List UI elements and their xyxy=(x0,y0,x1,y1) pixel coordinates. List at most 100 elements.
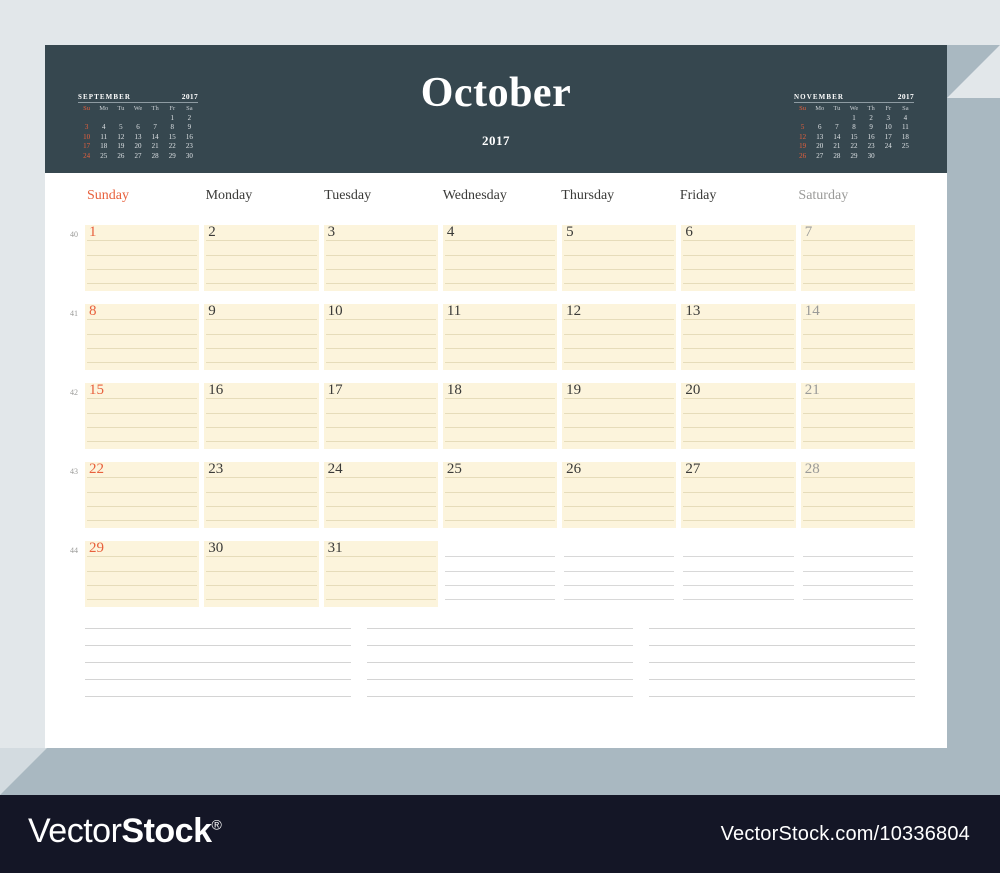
writing-line xyxy=(206,413,317,414)
day-cell-5[interactable]: 5 xyxy=(562,225,677,291)
mini-next-header: NOVEMBER 2017 xyxy=(794,92,914,103)
writing-line xyxy=(325,398,436,399)
mini-day-7: 7 xyxy=(153,123,157,131)
day-cell-28[interactable]: 28 xyxy=(800,462,915,528)
writing-line xyxy=(87,506,198,507)
day-cell-7[interactable]: 7 xyxy=(800,225,915,291)
writing-line xyxy=(802,571,913,572)
shadow-bottom xyxy=(0,748,947,795)
day-cell-10[interactable]: 10 xyxy=(323,304,438,370)
day-cell-1[interactable]: 1 xyxy=(85,225,200,291)
writing-line xyxy=(444,319,556,320)
mini-dow-su: Su xyxy=(799,105,806,112)
day-number: 23 xyxy=(208,462,224,477)
day-cell-19[interactable]: 19 xyxy=(562,383,677,449)
mini-day-27: 27 xyxy=(134,151,142,160)
weekday-header-tuesday: Tuesday xyxy=(324,188,372,203)
writing-line xyxy=(683,427,794,428)
writing-line xyxy=(802,556,913,557)
mini-day-1: 1 xyxy=(852,113,856,122)
day-cell-11[interactable]: 11 xyxy=(442,304,558,370)
note-line xyxy=(367,645,633,646)
writing-line xyxy=(683,255,794,256)
day-cell-4[interactable]: 4 xyxy=(442,225,558,291)
writing-line xyxy=(206,269,317,270)
writing-line xyxy=(564,269,675,270)
note-block[interactable] xyxy=(367,625,633,697)
writing-line xyxy=(206,506,317,507)
day-cell-13[interactable]: 13 xyxy=(681,304,796,370)
week-row: 44 29 30 31 xyxy=(70,541,915,607)
writing-lines xyxy=(324,225,438,291)
writing-line xyxy=(564,319,675,320)
mini-day-8: 8 xyxy=(170,123,175,131)
day-cell-16[interactable]: 16 xyxy=(204,383,319,449)
day-cell-6[interactable]: 6 xyxy=(681,225,796,291)
day-cell-3[interactable]: 3 xyxy=(323,225,438,291)
writing-line xyxy=(444,348,556,349)
day-cell-17[interactable]: 17 xyxy=(323,383,438,449)
writing-line xyxy=(564,348,675,349)
mini-dow-fr: Fr xyxy=(885,105,892,112)
day-number: 30 xyxy=(208,541,224,556)
writing-line xyxy=(87,477,198,478)
writing-line xyxy=(444,492,556,493)
day-cell-23[interactable]: 23 xyxy=(204,462,319,528)
writing-line xyxy=(564,362,675,363)
day-cell-22[interactable]: 22 xyxy=(85,462,200,528)
writing-line xyxy=(564,441,675,442)
writing-line xyxy=(802,255,913,256)
day-cell-27[interactable]: 27 xyxy=(681,462,796,528)
mini-day-empty xyxy=(811,114,828,122)
day-number: 31 xyxy=(327,541,343,556)
day-cell-18[interactable]: 18 xyxy=(442,383,558,449)
writing-line xyxy=(325,413,436,414)
mini-dow-we: We xyxy=(849,105,859,112)
writing-line xyxy=(564,283,675,284)
day-number: 2 xyxy=(208,225,216,240)
mini-day-29: 29 xyxy=(168,151,176,160)
day-cell-30[interactable]: 30 xyxy=(204,541,319,607)
writing-line xyxy=(802,441,913,442)
writing-line xyxy=(564,255,675,256)
writing-lines xyxy=(443,225,557,291)
day-cell-8[interactable]: 8 xyxy=(85,304,200,370)
day-cell-25[interactable]: 25 xyxy=(442,462,558,528)
writing-line xyxy=(206,398,317,399)
shadow-bottom-bevel xyxy=(0,748,94,795)
note-block[interactable] xyxy=(85,625,351,697)
day-cell-20[interactable]: 20 xyxy=(681,383,796,449)
day-cell-empty xyxy=(562,541,677,607)
writing-line xyxy=(325,506,436,507)
mini-dow-mo: Mo xyxy=(815,105,825,112)
mini-day-empty xyxy=(897,152,914,160)
writing-line xyxy=(564,520,675,521)
logo-text-light: Vector xyxy=(28,812,122,850)
day-cell-29[interactable]: 29 xyxy=(85,541,200,607)
writing-line xyxy=(444,413,556,414)
writing-line xyxy=(444,240,556,241)
mini-dow-tu: Tu xyxy=(833,105,841,112)
shadow-right-bevel xyxy=(947,45,1000,98)
day-cell-31[interactable]: 31 xyxy=(323,541,438,607)
writing-line xyxy=(683,348,794,349)
mini-day-empty xyxy=(794,114,811,122)
day-cell-26[interactable]: 26 xyxy=(562,462,677,528)
day-cell-24[interactable]: 24 xyxy=(323,462,438,528)
note-block[interactable] xyxy=(649,625,915,697)
day-cell-15[interactable]: 15 xyxy=(85,383,200,449)
day-cell-21[interactable]: 21 xyxy=(800,383,915,449)
mini-day-empty xyxy=(880,152,897,160)
writing-line xyxy=(206,585,317,586)
writing-line xyxy=(683,398,794,399)
day-cell-9[interactable]: 9 xyxy=(204,304,319,370)
writing-line xyxy=(87,334,198,335)
day-cell-2[interactable]: 2 xyxy=(204,225,319,291)
day-cell-14[interactable]: 14 xyxy=(800,304,915,370)
scalloped-edge-decoration xyxy=(45,173,947,187)
writing-line xyxy=(206,334,317,335)
writing-line xyxy=(444,441,556,442)
day-cell-12[interactable]: 12 xyxy=(562,304,677,370)
day-number: 19 xyxy=(566,383,582,398)
weekday-header-row: Sunday Monday Tuesday Wednesday Thursday Frid… xyxy=(85,188,915,204)
